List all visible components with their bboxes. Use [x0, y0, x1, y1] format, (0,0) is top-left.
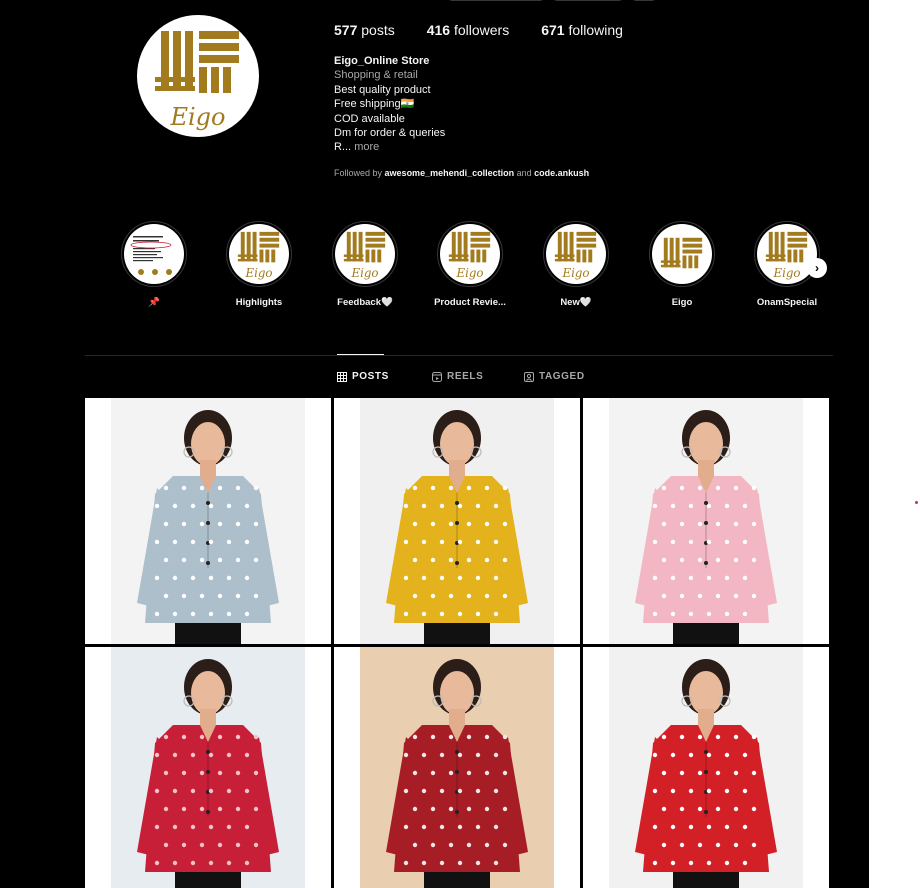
tab-divider [85, 355, 833, 356]
post-thumbnail[interactable] [334, 398, 580, 644]
profile-page: Eigo 577 posts 416 followers 671 followi… [0, 0, 869, 888]
post-thumbnail[interactable] [583, 647, 829, 888]
highlight-label: Product Revie... [434, 297, 506, 308]
highlight-label: Eigo [671, 297, 693, 308]
highlight-new[interactable]: Eigo New🤍 [536, 221, 616, 308]
eigo-logo: Eigo [765, 231, 808, 280]
follower-username[interactable]: awesome_mehendi_collection [385, 168, 515, 178]
highlight-eigo[interactable]: Eigo [642, 221, 722, 308]
svg-text:Eigo: Eigo [772, 266, 800, 280]
highlight-label: Feedback🤍 [337, 297, 393, 308]
reels-icon [432, 371, 442, 382]
post-image [583, 398, 829, 644]
bio-line: Best quality product [334, 83, 431, 96]
followed-by[interactable]: Followed by awesome_mehendi_collection a… [334, 168, 589, 178]
chevron-right-icon[interactable]: › [807, 258, 827, 278]
bio-line: COD available [334, 112, 405, 125]
multiple-photos-icon [560, 406, 572, 418]
post-image [85, 398, 331, 644]
bio-line: Dm for order & queries [334, 127, 446, 140]
grid-icon [337, 371, 347, 382]
post-image [334, 647, 580, 888]
profile-bio: Eigo_Online Store Shopping & retail Best… [334, 54, 445, 155]
post-image [85, 647, 331, 888]
notification-dot [915, 501, 918, 504]
options-button-stub[interactable] [632, 0, 656, 1]
svg-text:Eigo: Eigo [350, 266, 378, 280]
bio-truncated-line: R... more [334, 141, 380, 154]
eigo-logo: Eigo [554, 231, 597, 280]
eigo-logo: Eigo [343, 231, 386, 280]
post-thumbnail[interactable] [85, 398, 331, 644]
svg-text:Eigo: Eigo [169, 103, 225, 131]
highlight-feedback[interactable]: Eigo Feedback🤍 [325, 221, 405, 308]
svg-text:Eigo: Eigo [561, 266, 589, 280]
follower-username[interactable]: code.ankush [534, 168, 589, 178]
highlight-highlights[interactable]: Eigo Highlights [219, 221, 299, 308]
bio-more-link[interactable]: more [354, 141, 379, 153]
profile-category: Shopping & retail [334, 69, 418, 82]
highlight-label: Highlights [235, 297, 283, 308]
profile-avatar[interactable]: Eigo [137, 15, 259, 137]
view-archive-button-stub[interactable] [553, 0, 623, 1]
tab-tagged[interactable]: TAGGED [524, 371, 585, 382]
post-thumbnail[interactable] [583, 398, 829, 644]
eigo-logo: Eigo [237, 231, 280, 280]
highlight-product-reviews[interactable]: Eigo Product Revie... [430, 221, 510, 308]
post-image [583, 647, 829, 888]
svg-text:Eigo: Eigo [244, 266, 272, 280]
eigo-logo [660, 237, 703, 269]
following-link[interactable]: 671 following [541, 22, 623, 38]
tab-reels[interactable]: REELS [432, 371, 483, 382]
bio-line: Free shipping🇮🇳 [334, 98, 415, 111]
post-thumbnail[interactable] [85, 647, 331, 888]
post-image [334, 398, 580, 644]
active-tab-indicator [337, 354, 384, 355]
highlight-pinned[interactable]: 📌 [114, 221, 194, 308]
screenshot-thumbnail [129, 234, 181, 282]
eigo-logo: Eigo [155, 31, 239, 131]
highlight-label: OnamSpecial [756, 297, 818, 308]
profile-stats: 577 posts 416 followers 671 following [334, 22, 623, 38]
eigo-logo: Eigo [448, 231, 491, 280]
highlight-label: New🤍 [560, 297, 592, 308]
followers-link[interactable]: 416 followers [427, 22, 510, 38]
posts-count: 577 posts [334, 22, 395, 38]
tab-posts[interactable]: POSTS [337, 371, 389, 382]
tagged-icon [524, 371, 534, 382]
post-thumbnail[interactable] [334, 647, 580, 888]
edit-profile-button-stub[interactable] [448, 0, 544, 1]
profile-name: Eigo_Online Store [334, 55, 430, 67]
pin-icon: 📌 [148, 297, 160, 308]
svg-text:Eigo: Eigo [455, 266, 483, 280]
